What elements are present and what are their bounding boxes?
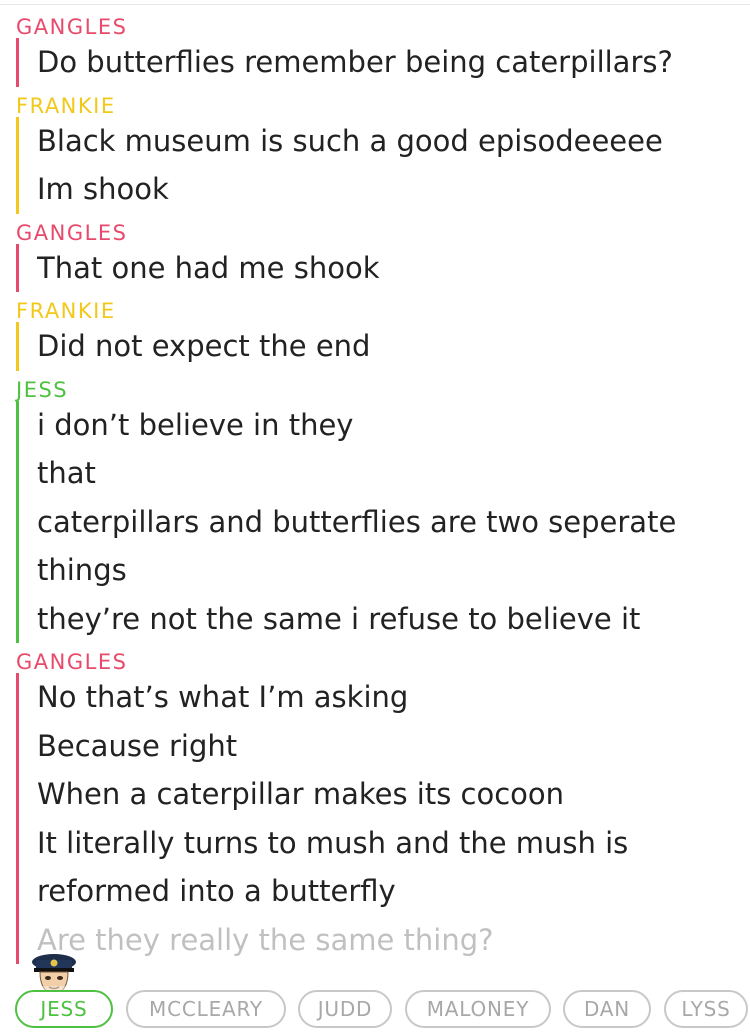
chat-log[interactable]: GANGLES Do butterflies remember being ca… [0, 8, 750, 964]
message-group: GANGLES That one had me shook [0, 214, 750, 293]
friend-chip-maloney[interactable]: MALONEY [405, 990, 551, 1028]
chat-message[interactable]: Im shook [37, 165, 750, 214]
friend-chip-mccleary[interactable]: MCCLEARY [126, 990, 286, 1028]
message-lines: Did not expect the end [16, 322, 750, 371]
chat-message[interactable]: caterpillars and butterflies are two sep… [37, 498, 750, 547]
message-lines: No that’s what I’m asking Because right … [16, 673, 750, 964]
message-group: GANGLES Do butterflies remember being ca… [0, 8, 750, 87]
message-lines: i don’t believe in they that caterpillar… [16, 400, 750, 644]
message-group: JESS i don’t believe in they that caterp… [0, 371, 750, 644]
sender-name: JESS [16, 377, 69, 402]
chat-message[interactable]: It literally turns to mush and the mush … [37, 819, 750, 868]
chat-message[interactable]: Did not expect the end [37, 322, 750, 371]
chat-message[interactable]: Are they really the same thing? [37, 916, 750, 965]
sender-name: GANGLES [16, 15, 128, 39]
chat-message[interactable]: Do butterflies remember being caterpilla… [37, 38, 750, 87]
chat-message[interactable]: Black museum is such a good episodeeeee [37, 117, 750, 166]
message-group: GANGLES No that’s what I’m asking Becaus… [0, 643, 750, 964]
sender-name: GANGLES [16, 650, 128, 674]
sender-name: FRANKIE [16, 299, 116, 323]
chat-message[interactable]: i don’t believe in they [37, 401, 750, 450]
chat-message[interactable]: Because right [37, 722, 750, 771]
message-lines: That one had me shook [16, 243, 750, 293]
friend-chip-jess[interactable]: JESS [15, 990, 113, 1028]
message-lines: Do butterflies remember being caterpilla… [16, 38, 750, 87]
chat-message[interactable]: that [37, 449, 750, 498]
chat-message[interactable]: No that’s what I’m asking [37, 673, 750, 722]
message-group: FRANKIE Did not expect the end [0, 292, 750, 371]
friend-chip-judd[interactable]: JUDD [298, 990, 392, 1028]
top-divider [0, 0, 750, 5]
sender-name: FRANKIE [16, 93, 116, 118]
chat-message[interactable]: When a caterpillar makes its cocoon [37, 770, 750, 819]
friend-chip-dan[interactable]: DAN [563, 990, 651, 1028]
chat-message[interactable]: they’re not the same i refuse to believe… [37, 595, 750, 644]
sender-name: GANGLES [16, 220, 128, 245]
chat-message[interactable]: things [37, 546, 750, 595]
chat-message[interactable]: reformed into a butterfly [37, 867, 750, 916]
chat-message[interactable]: That one had me shook [37, 244, 750, 293]
message-lines: Black museum is such a good episodeeeee … [16, 116, 750, 214]
friend-chip-lyss[interactable]: LYSS [664, 990, 748, 1028]
message-group: FRANKIE Black museum is such a good epis… [0, 87, 750, 214]
